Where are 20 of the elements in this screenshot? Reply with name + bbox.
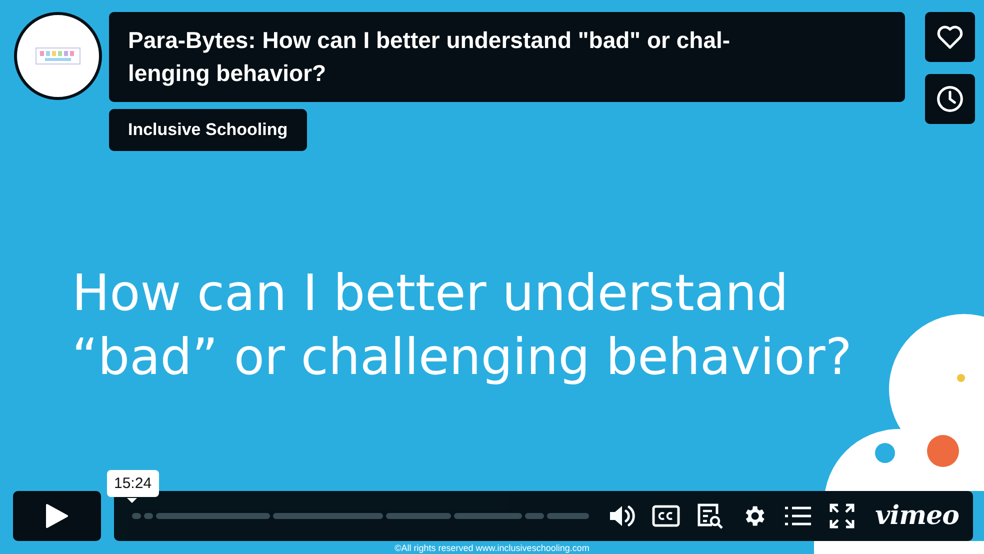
play-button[interactable] (13, 491, 101, 541)
video-title: Para-Bytes: How can I better understand "bad" or chal- lenging behavior? (109, 12, 905, 102)
play-icon (45, 503, 69, 529)
logo-icon (35, 47, 81, 65)
slide-heading: “bad” or challenging behavior? (72, 327, 852, 388)
tooltip-pointer-icon (127, 498, 137, 503)
list-icon (784, 505, 812, 527)
captions-icon (652, 505, 680, 527)
slide-heading: How can I better understand (72, 263, 790, 324)
channel-link[interactable]: Inclusive Schooling (109, 109, 307, 151)
clock-icon (936, 85, 964, 113)
document-search-icon (696, 502, 724, 530)
heart-icon (936, 24, 964, 50)
speaker-icon (608, 503, 636, 529)
copyright-text: ©All rights reserved www.inclusiveschooling.com (394, 543, 590, 553)
like-button[interactable] (925, 12, 975, 62)
fullscreen-icon (829, 503, 856, 529)
time-tooltip: 15:24 (107, 470, 159, 497)
watch-later-button[interactable] (925, 74, 975, 124)
vimeo-logo[interactable]: vimeo (875, 501, 959, 531)
